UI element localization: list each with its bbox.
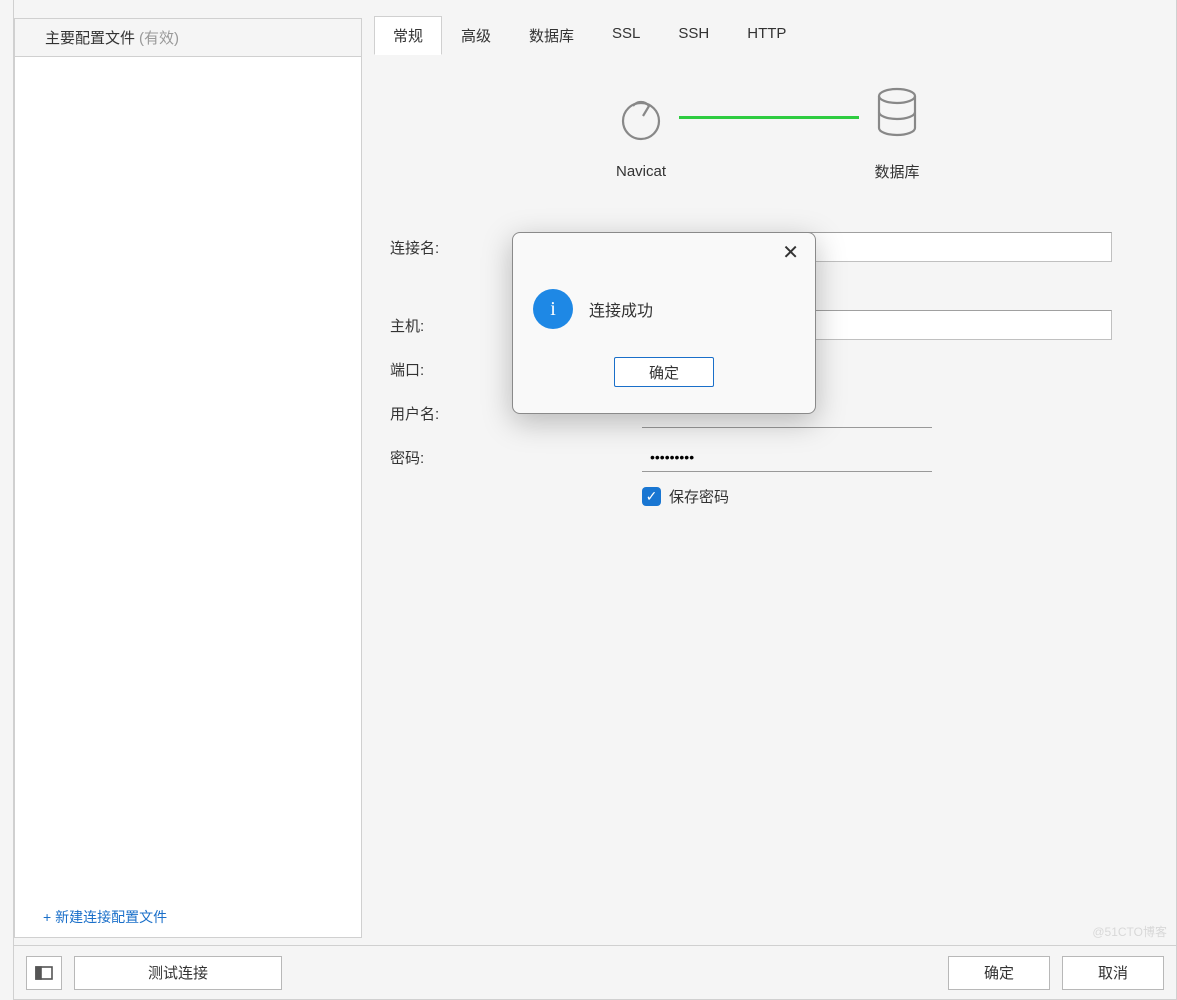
sidebar-title: 主要配置文件 xyxy=(45,27,135,48)
test-connection-button[interactable]: 测试连接 xyxy=(74,956,282,990)
database-icon xyxy=(869,84,925,145)
save-password-label: 保存密码 xyxy=(669,486,729,507)
success-modal: ✕ i 连接成功 确定 xyxy=(512,232,816,414)
diagram-database: 数据库 xyxy=(869,84,925,182)
connection-diagram: Navicat 数据库 xyxy=(374,84,1164,182)
cancel-button[interactable]: 取消 xyxy=(1062,956,1164,990)
diagram-db-label: 数据库 xyxy=(874,161,919,182)
watermark: @51CTO博客 xyxy=(1092,923,1167,940)
sidebar-title-suffix: (有效) xyxy=(139,27,179,48)
ok-button[interactable]: 确定 xyxy=(948,956,1050,990)
sidebar-header: 主要配置文件 (有效) xyxy=(15,19,361,57)
save-password-row[interactable]: ✓ 保存密码 xyxy=(642,486,1164,507)
password-input[interactable] xyxy=(642,442,932,472)
info-icon: i xyxy=(533,289,573,329)
main-panel: Navicat 数据库 连接名: xyxy=(374,50,1164,938)
panel-toggle-button[interactable] xyxy=(26,956,62,990)
diagram-app: Navicat xyxy=(613,86,669,180)
navicat-icon xyxy=(613,86,669,147)
diagram-connection-line xyxy=(679,116,859,119)
save-password-checkbox[interactable]: ✓ xyxy=(642,487,661,506)
modal-body: i 连接成功 xyxy=(513,233,815,329)
password-label: 密码: xyxy=(390,447,642,468)
diagram-app-label: Navicat xyxy=(616,163,666,180)
dialog-footer: 测试连接 确定 取消 xyxy=(14,945,1176,999)
sidebar-footer: + 新建连接配置文件 xyxy=(15,897,361,937)
modal-message: 连接成功 xyxy=(589,297,653,321)
modal-ok-button[interactable]: 确定 xyxy=(614,357,714,387)
new-profile-link[interactable]: + 新建连接配置文件 xyxy=(43,907,167,927)
close-icon[interactable]: ✕ xyxy=(782,243,799,263)
profiles-sidebar: 主要配置文件 (有效) + 新建连接配置文件 xyxy=(14,18,362,938)
connection-dialog: 主要配置文件 (有效) + 新建连接配置文件 常规 高级 数据库 SSL SSH… xyxy=(13,0,1177,1000)
